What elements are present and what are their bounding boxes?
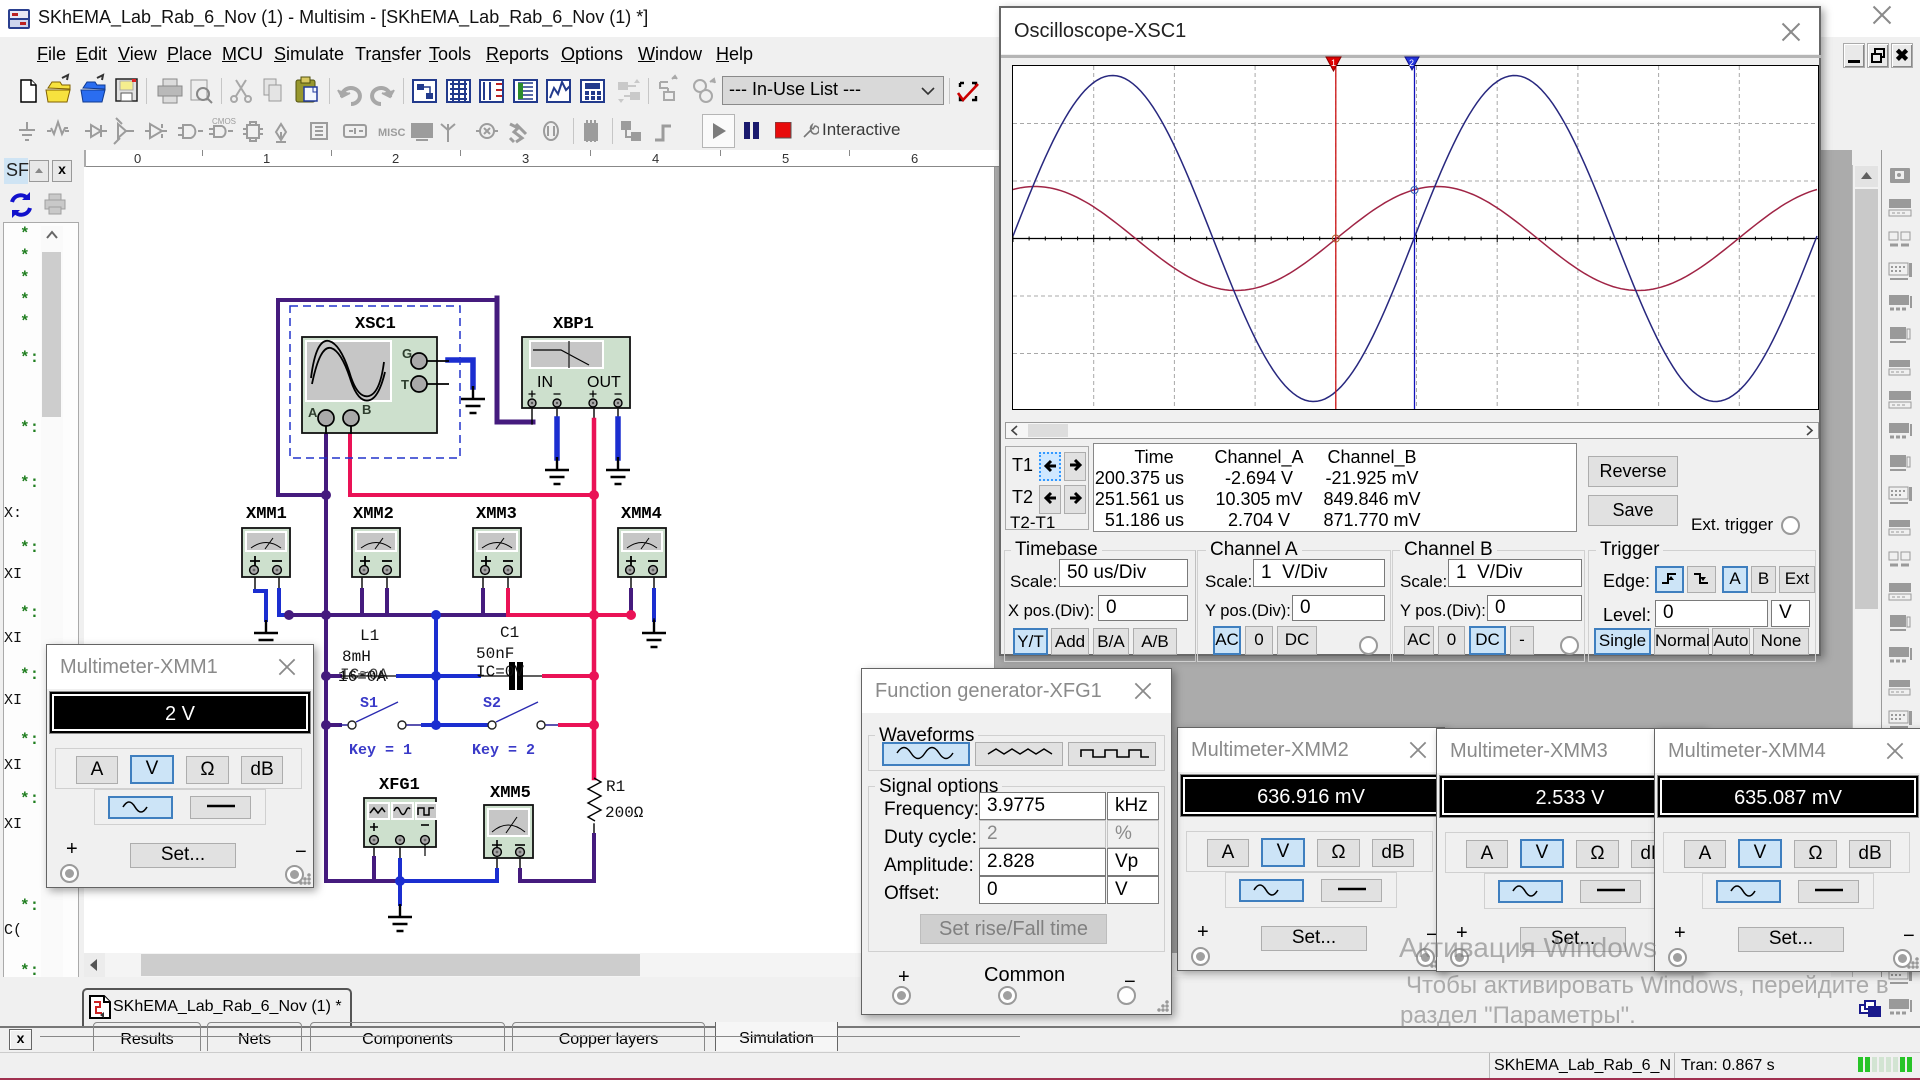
svg-text:G: G — [402, 346, 412, 361]
svg-text:T: T — [401, 377, 409, 392]
svg-text:Key = 2: Key = 2 — [472, 742, 535, 759]
svg-text:L1: L1 — [360, 627, 379, 645]
svg-text:XMM4: XMM4 — [621, 505, 662, 524]
svg-text:B: B — [362, 402, 371, 417]
svg-text:S2: S2 — [483, 695, 501, 712]
svg-text:XMM3: XMM3 — [476, 505, 517, 524]
svg-text:Key = 1: Key = 1 — [349, 742, 412, 759]
svg-text:2: 2 — [1409, 58, 1414, 68]
svg-text:IN: IN — [537, 374, 553, 391]
svg-text:R1: R1 — [606, 778, 625, 796]
svg-text:XMM2: XMM2 — [353, 505, 394, 524]
svg-text:IC≈0A: IC≈0A — [340, 666, 388, 684]
svg-text:IC=0V: IC=0V — [476, 663, 524, 681]
svg-text:50nF: 50nF — [476, 645, 514, 663]
svg-text:200Ω: 200Ω — [605, 804, 644, 822]
svg-text:XFG1: XFG1 — [379, 776, 420, 795]
svg-text:OUT: OUT — [587, 374, 621, 391]
svg-text:XSC1: XSC1 — [355, 315, 396, 334]
svg-text:XMM5: XMM5 — [490, 784, 531, 803]
svg-text:S1: S1 — [360, 695, 378, 712]
svg-text:1: 1 — [1331, 58, 1336, 68]
svg-text:8mH: 8mH — [342, 648, 371, 666]
svg-text:C1: C1 — [500, 624, 519, 642]
svg-text:XBP1: XBP1 — [553, 315, 594, 334]
svg-text:XMM1: XMM1 — [246, 505, 287, 524]
svg-text:A: A — [308, 405, 318, 420]
